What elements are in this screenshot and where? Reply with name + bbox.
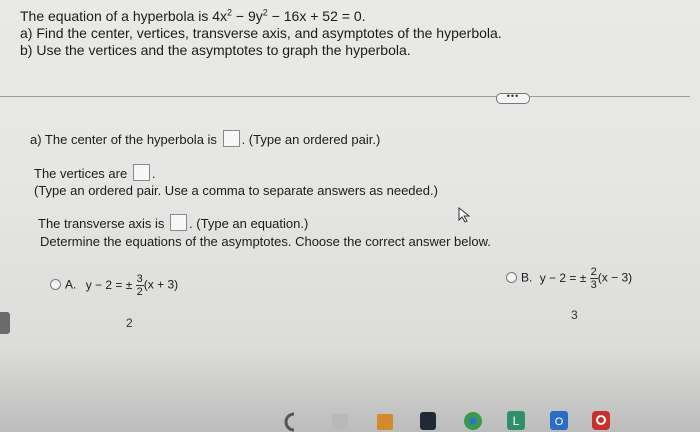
center-label: a) The center of the hyperbola is <box>30 132 217 147</box>
svg-text:L: L <box>513 414 520 428</box>
transverse-input[interactable] <box>170 214 188 231</box>
choice-a[interactable]: A. y − 2 = ± 3 2 (x + 3) <box>50 273 178 298</box>
dark-app-icon[interactable] <box>418 406 438 432</box>
partial-app-icon[interactable] <box>280 406 298 432</box>
transverse-label: The transverse axis is <box>38 216 165 231</box>
choice-rhs: (x − 3) <box>597 270 633 285</box>
fraction: 32 <box>135 273 144 298</box>
vertices-period: . <box>151 166 156 181</box>
equation-part: − 16x + 52 = 0. <box>267 8 366 24</box>
question-part-b: b) Use the vertices and the asymptotes t… <box>20 42 411 58</box>
app-icon[interactable] <box>330 406 350 432</box>
choice-b[interactable]: B. y − 2 = ± 2 3 (x − 3) <box>506 266 632 291</box>
side-tab <box>0 312 10 334</box>
question-equation: The equation of a hyperbola is 4x2 − 9y2… <box>20 8 502 25</box>
transverse-hint: . (Type an equation.) <box>189 216 309 231</box>
office-icon[interactable]: L <box>505 406 527 432</box>
more-button[interactable]: ••• <box>496 92 530 104</box>
choice-lhs: y − 2 = ± <box>539 270 587 285</box>
vertices-input[interactable] <box>132 164 150 181</box>
vertices-label: The vertices are <box>34 166 128 181</box>
fraction: 23 <box>589 266 598 291</box>
center-input[interactable] <box>222 130 240 147</box>
outlook-icon[interactable]: O <box>548 406 570 432</box>
app-icon[interactable] <box>590 406 612 432</box>
stray-number: 3 <box>571 308 578 322</box>
denominator: 2 <box>136 286 143 298</box>
equation-part: − 9y <box>232 8 263 24</box>
center-hint: . (Type an ordered pair.) <box>241 132 381 147</box>
center-answer-row: a) The center of the hyperbola is . (Typ… <box>30 130 380 148</box>
transverse-answer-row: The transverse axis is . (Type an equati… <box>38 214 308 232</box>
question-text: The equation of a hyperbola is 4x2 − 9y2… <box>20 8 502 59</box>
app-icon[interactable] <box>375 406 395 432</box>
radio-button[interactable] <box>50 278 61 290</box>
vertices-answer-row: The vertices are . <box>34 164 155 182</box>
chrome-icon[interactable] <box>462 406 484 432</box>
equation-part: The equation of a hyperbola is 4x <box>20 8 228 24</box>
question-part-a: a) Find the center, vertices, transverse… <box>20 25 502 41</box>
svg-text:O: O <box>555 416 564 428</box>
radio-button[interactable] <box>506 271 517 283</box>
choice-lhs: y − 2 = ± <box>85 277 133 292</box>
numerator: 3 <box>135 273 144 286</box>
mouse-pointer-icon <box>458 207 471 223</box>
asymptote-prompt: Determine the equations of the asymptote… <box>40 234 491 249</box>
taskbar-dock: L O <box>250 404 630 432</box>
section-divider <box>0 96 690 97</box>
choice-letter: A. <box>65 277 77 292</box>
stray-number: 2 <box>126 316 133 330</box>
choice-rhs: (x + 3) <box>143 277 179 292</box>
numerator: 2 <box>589 266 598 279</box>
choice-letter: B. <box>521 270 533 285</box>
vertices-hint: (Type an ordered pair. Use a comma to se… <box>34 183 438 198</box>
denominator: 3 <box>590 279 597 291</box>
